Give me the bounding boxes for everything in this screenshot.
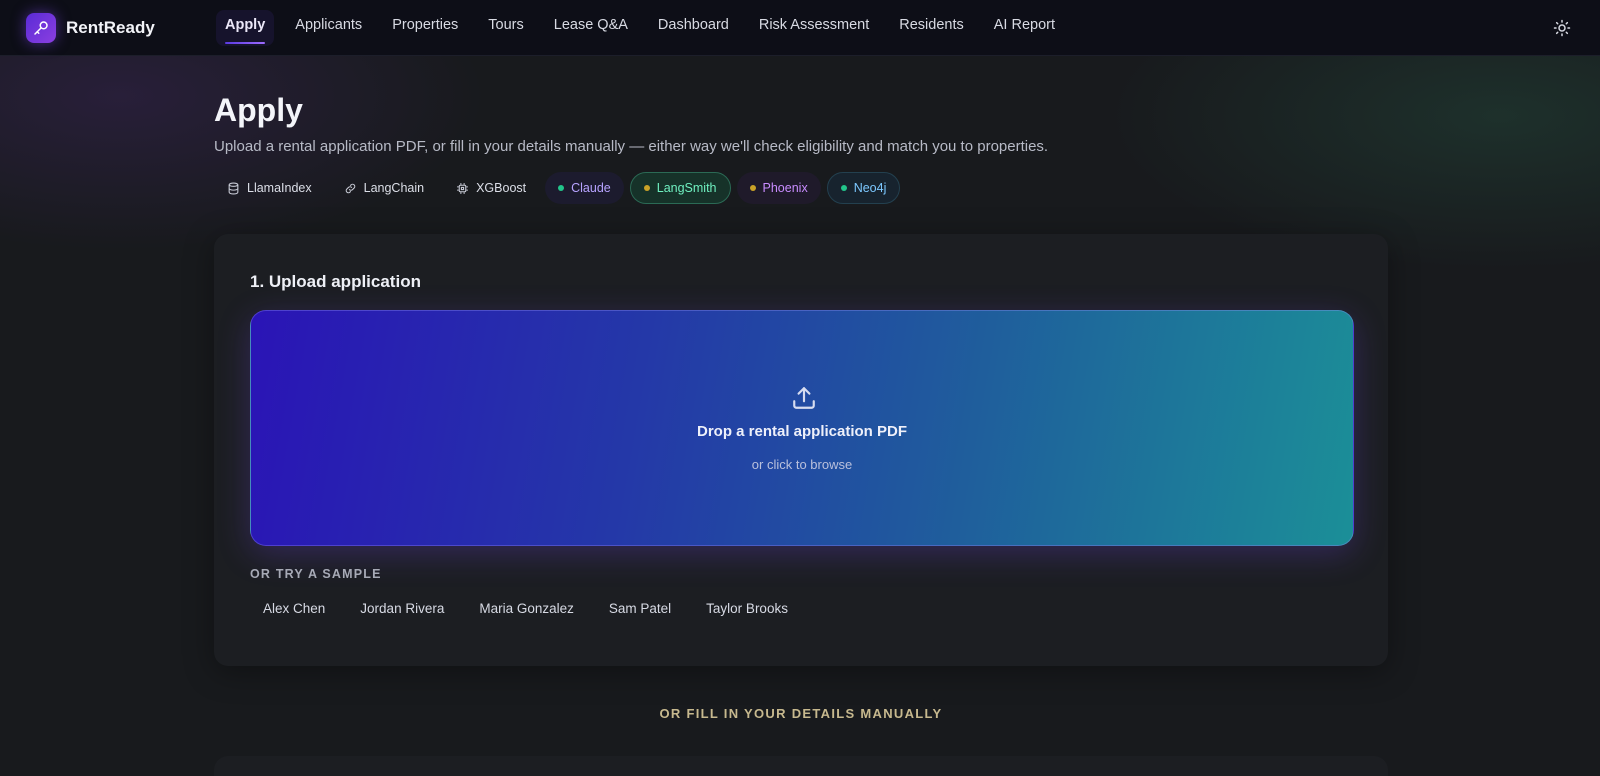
chip-label: LangChain [363,181,425,195]
dropzone-title: Drop a rental application PDF [696,423,908,440]
nav-ai-report[interactable]: AI Report [979,0,1070,56]
upload-icon [793,387,815,409]
status-dot [749,185,756,191]
sample-jordan-rivera[interactable]: Jordan Rivera [347,594,457,624]
nav-tours[interactable]: Tours [473,0,538,56]
manual-form-card [214,756,1388,776]
sample-taylor-brooks[interactable]: Taylor Brooks [693,594,801,624]
status-dot [558,185,565,191]
key-icon [26,12,56,43]
brand[interactable]: RentReady [26,12,186,43]
chip-claude: Claude [545,172,624,204]
pdf-dropzone[interactable]: Drop a rental application PDF or click t… [250,310,1354,546]
chip-label: Phoenix [762,181,808,195]
sun-icon [1553,19,1571,37]
link-icon [345,183,355,193]
chip-llamaindex: LlamaIndex [214,172,325,204]
sample-alex-chen[interactable]: Alex Chen [250,594,338,624]
sample-list: Alex Chen Jordan Rivera Maria Gonzalez S… [250,594,810,624]
nav-risk-assessment[interactable]: Risk Assessment [744,0,884,56]
upload-card: 1. Upload application Drop a rental appl… [214,234,1388,666]
sample-sam-patel[interactable]: Sam Patel [596,594,684,624]
status-dot [840,185,847,191]
status-dot [643,185,650,191]
chip-label: LangSmith [656,181,717,195]
page-title: Apply [214,92,303,128]
chip-phoenix: Phoenix [736,172,821,204]
chip-neo4j: Neo4j [826,172,901,204]
chip-icon [457,182,469,194]
chip-label: LlamaIndex [247,181,312,195]
sample-maria-gonzalez[interactable]: Maria Gonzalez [466,594,587,624]
database-icon [228,182,239,194]
chip-label: Neo4j [853,181,887,195]
manual-divider-label: OR FILL IN YOUR DETAILS MANUALLY [659,706,943,721]
main-nav: Apply Applicants Properties Tours Lease … [210,0,1070,56]
nav-applicants[interactable]: Applicants [280,0,377,56]
nav-properties[interactable]: Properties [377,0,473,56]
chip-label: XGBoost [476,181,527,195]
theme-toggle-button[interactable] [1550,16,1574,40]
top-navbar: RentReady Apply Applicants Properties To… [0,0,1600,56]
chip-label: Claude [571,181,611,195]
dropzone-subtitle: or click to browse [751,457,853,472]
brand-name: RentReady [66,17,155,37]
upload-section-title: 1. Upload application [250,272,421,291]
nav-residents[interactable]: Residents [884,0,978,56]
sample-label: OR TRY A SAMPLE [250,567,382,581]
chip-xgboost: XGBoost [443,172,539,204]
page-subtitle: Upload a rental application PDF, or fill… [214,138,1049,155]
nav-dashboard[interactable]: Dashboard [643,0,744,56]
nav-apply[interactable]: Apply [210,0,280,56]
chip-langsmith: LangSmith [629,172,731,204]
chip-langchain: LangChain [331,172,437,204]
nav-lease-qa[interactable]: Lease Q&A [539,0,643,56]
tech-chips: LlamaIndex LangChain XGBoost Claude Lang… [214,172,901,204]
